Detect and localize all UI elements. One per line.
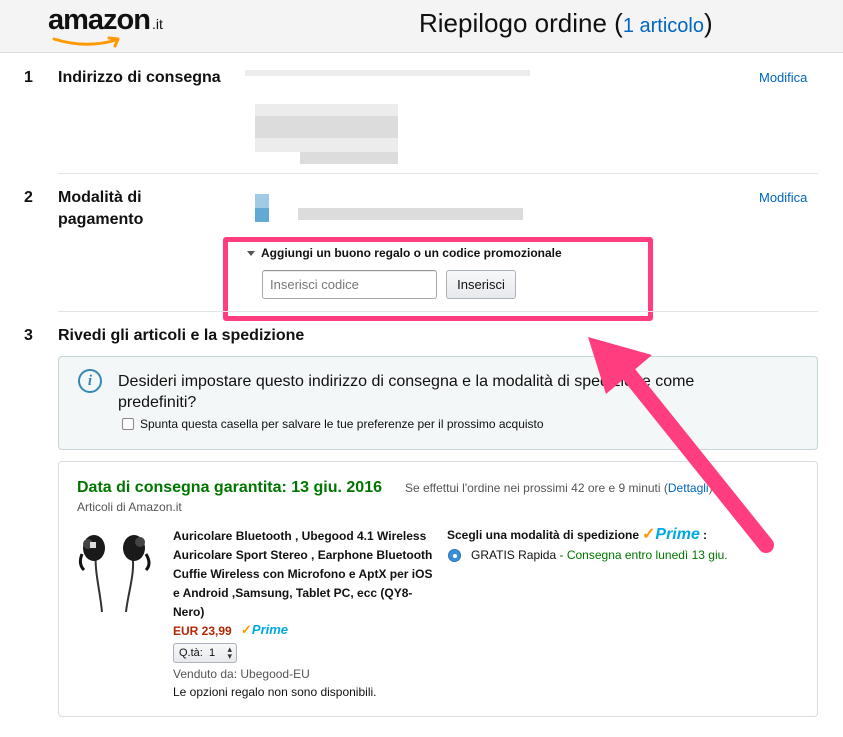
step-3-title: Rivedi gli articoli e la spedizione	[58, 327, 305, 344]
step-1-number: 1	[24, 69, 33, 86]
gift-options-note: Le opzioni regalo non sono disponibili.	[173, 685, 377, 699]
logo-word: amazon	[48, 4, 151, 36]
quantity-select[interactable]: Q.tà: 1 ▴ ▾	[173, 643, 237, 663]
step-1-title: Indirizzo di consegna	[58, 69, 221, 86]
section-divider	[58, 311, 818, 312]
shipping-option-radio[interactable]	[448, 549, 461, 562]
promo-toggle-label: Aggiungi un buono regalo o un codice pro…	[261, 246, 562, 260]
info-icon: i	[78, 369, 102, 393]
save-preferences-label[interactable]: Spunta questa casella per salvare le tue…	[140, 417, 544, 431]
quantity-value: 1	[208, 647, 216, 659]
step-2-number: 2	[24, 189, 33, 206]
step-2-title-line1: Modalità di	[58, 189, 142, 206]
earphones-product-image[interactable]	[76, 530, 156, 614]
quantity-label: Q.tà:	[179, 647, 203, 659]
details-link[interactable]: Dettagli	[668, 481, 709, 495]
promo-toggle[interactable]: Aggiungi un buono regalo o un codice pro…	[247, 246, 562, 260]
delivery-condition: Se effettui l'ordine nei prossimi 42 ore…	[405, 481, 713, 495]
modify-address-link[interactable]: Modifica	[759, 70, 807, 85]
shipping-title-colon: :	[703, 528, 707, 542]
step-3-number: 3	[24, 327, 33, 344]
delivery-condition-text: Se effettui l'ordine nei prossimi 42 ore…	[405, 481, 661, 495]
preferences-question: Desideri impostare questo indirizzo di c…	[118, 373, 695, 411]
step-2-title-line2: pagamento	[58, 211, 144, 228]
header-bar: amazon .it Riepilogo ordine (1 articolo)	[0, 0, 843, 53]
prime-badge-large: ✓Prime	[642, 524, 700, 544]
item-count: (1 articolo)	[614, 8, 713, 38]
promo-code-input[interactable]	[262, 270, 437, 299]
prime-check-icon: ✓	[241, 622, 252, 637]
prime-word: Prime	[655, 526, 700, 543]
amazon-logo[interactable]: amazon .it	[48, 4, 163, 48]
smile-arrow-icon	[52, 36, 120, 48]
product-title-link[interactable]: Auricolare Bluetooth , Ubegood 4.1 Wirel…	[173, 527, 433, 622]
step-2-title: Modalità di pagamento	[58, 187, 143, 231]
prime-check-icon: ✓	[642, 526, 656, 543]
save-preferences-checkbox[interactable]	[122, 418, 134, 430]
section-divider	[58, 173, 818, 174]
shipping-option-detail: - Consegna entro lunedì 13 giu.	[559, 548, 728, 562]
promo-apply-button[interactable]: Inserisci	[446, 270, 516, 299]
count-close-paren: )	[703, 8, 713, 38]
prime-badge: ✓Prime	[241, 622, 288, 638]
caret-down-icon	[247, 251, 255, 257]
count-open-paren: (	[614, 8, 623, 38]
sold-by: Venduto da: Ubegood-EU	[173, 667, 310, 681]
page-title-text: Riepilogo ordine	[419, 8, 607, 38]
shipping-option-main: GRATIS Rapida	[471, 548, 557, 562]
page-title: Riepilogo ordine (1 articolo)	[419, 8, 713, 39]
product-price: EUR 23,99	[173, 624, 232, 638]
logo-tld: .it	[151, 16, 163, 32]
seller-line: Articoli di Amazon.it	[77, 500, 182, 514]
shipping-method-title: Scegli una modalità di spedizione	[447, 528, 640, 542]
shipping-option-label[interactable]: GRATIS Rapida - Consegna entro lunedì 13…	[471, 548, 728, 562]
updown-arrows-icon: ▴ ▾	[227, 644, 232, 661]
prime-word: Prime	[251, 622, 289, 637]
details-close-paren: )	[708, 481, 713, 495]
delivery-date: Data di consegna garantita: 13 giu. 2016	[77, 479, 382, 496]
modify-payment-link[interactable]: Modifica	[759, 190, 807, 205]
item-count-link[interactable]: 1 articolo	[623, 15, 704, 37]
